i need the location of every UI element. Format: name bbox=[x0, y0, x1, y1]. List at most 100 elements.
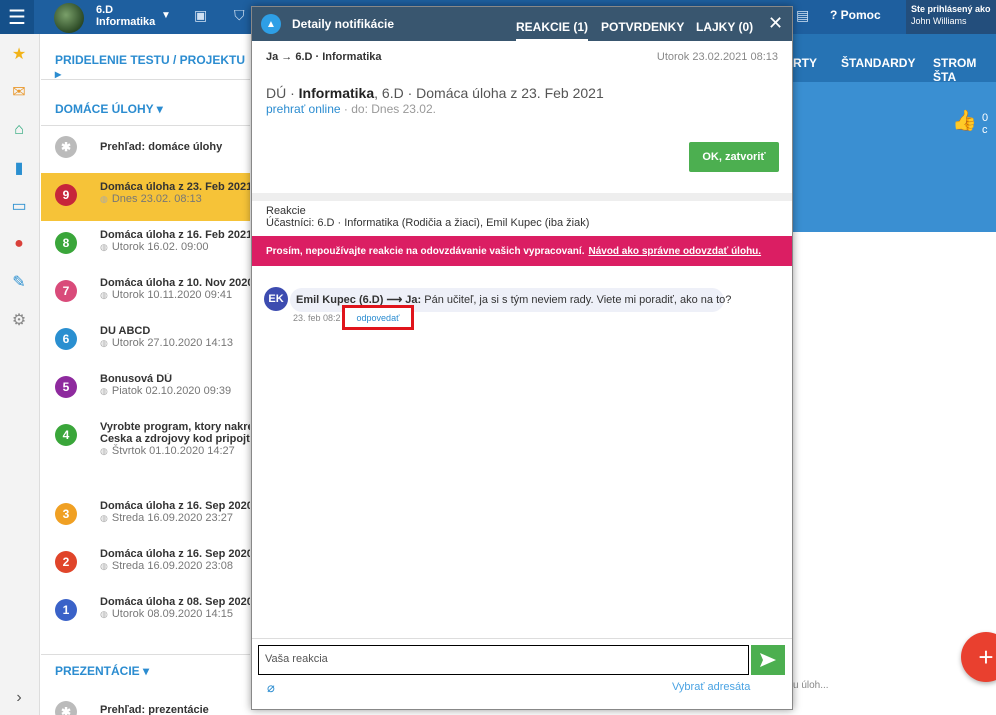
projects-header[interactable]: PRIDELENIE TESTU / PROJEKTU ▸ bbox=[55, 53, 250, 81]
route-text: Ja → 6.D · Informatika bbox=[266, 51, 382, 63]
task-date: ◍ Streda 16.09.2020 23:27 bbox=[100, 512, 233, 524]
background-tabs: RTY ŠTANDARDY STROM ŠTA bbox=[793, 34, 996, 84]
task-date: ◍ Utorok 16.02. 09:00 bbox=[100, 241, 208, 253]
task-date-text: Utorok 08.09.2020 14:15 bbox=[111, 608, 233, 620]
play-online-link[interactable]: prehrať online bbox=[266, 102, 341, 116]
logged-user-box[interactable]: Ste prihlásený ako John Williams bbox=[906, 0, 996, 34]
book-icon[interactable]: ▮ bbox=[9, 158, 29, 178]
section-divider bbox=[252, 193, 792, 201]
task-date: ◍ Utorok 10.11.2020 09:41 bbox=[100, 289, 232, 301]
presentations-header[interactable]: PREZENTÁCIE ▾ bbox=[55, 664, 149, 678]
participants-text: Účastníci: 6.D · Informatika (Rodičia a … bbox=[266, 217, 590, 229]
background-snippet: u úloh... bbox=[793, 680, 829, 691]
desc-subject: Informatika bbox=[298, 85, 375, 101]
class-code: 6.D bbox=[96, 4, 114, 16]
task-date-text: Utorok 27.10.2020 14:13 bbox=[111, 337, 233, 349]
tab-standards[interactable]: ŠTANDARDY bbox=[841, 56, 915, 70]
bag-icon: ▲ bbox=[261, 14, 281, 34]
home-icon[interactable]: ⌂ bbox=[9, 120, 29, 140]
chevron-down-icon[interactable]: ▼ bbox=[161, 10, 171, 21]
modal-header: ▲ Detaily notifikácie REAKCIE (1) POTVRD… bbox=[252, 7, 792, 42]
calendar-icon[interactable]: ▤ bbox=[796, 7, 809, 24]
homework-header-label: DOMÁCE ÚLOHY bbox=[55, 102, 154, 116]
background-banner bbox=[793, 82, 996, 232]
task-number-badge: 7 bbox=[55, 280, 77, 302]
close-icon[interactable]: ✕ bbox=[768, 13, 783, 34]
lock-icon: ◍ bbox=[100, 194, 108, 204]
homework-item[interactable]: 5 Bonusová DÚ ◍ Piatok 02.10.2020 09:39 bbox=[41, 365, 250, 413]
homework-item[interactable]: 4 Vyrobte program, ktory nakresli Ceska a … bbox=[41, 413, 250, 492]
tab-tree[interactable]: STROM ŠTA bbox=[933, 56, 996, 84]
lock-icon: ◍ bbox=[100, 609, 108, 619]
mail-icon[interactable]: ✉ bbox=[9, 82, 29, 102]
shield-icon[interactable]: ⛉ bbox=[234, 7, 245, 24]
ok-close-button[interactable]: OK, zatvoriť bbox=[689, 142, 779, 172]
due-date: · do: Dnes 23.02. bbox=[340, 102, 436, 116]
warning-link[interactable]: Návod ako správne odovzdať úlohu. bbox=[588, 246, 761, 257]
task-date-text: Streda 16.09.2020 23:08 bbox=[111, 560, 233, 572]
notification-sub: prehrať online · do: Dnes 23.02. bbox=[266, 102, 436, 116]
projects-header-label: PRIDELENIE TESTU / PROJEKTU bbox=[55, 53, 246, 67]
homework-item[interactable]: 6 DU ABCD ◍ Utorok 27.10.2020 14:13 bbox=[41, 317, 250, 365]
send-button[interactable] bbox=[751, 645, 785, 675]
lock-icon: ◍ bbox=[100, 290, 108, 300]
comment-text: Pán učiteľ, ja si s tým neviem rady. Vie… bbox=[421, 294, 732, 306]
lock-icon: ◍ bbox=[100, 242, 108, 252]
chevron-right-icon[interactable]: › bbox=[9, 688, 29, 708]
homework-item[interactable]: 9 Domáca úloha z 23. Feb 2021 ◍ Dnes 23.02.… bbox=[41, 173, 250, 221]
desc-prefix: DÚ · bbox=[266, 85, 299, 101]
thumbs-up-icon[interactable]: 👍 bbox=[952, 108, 977, 133]
task-date: ◍ Dnes 23.02. 08:13 bbox=[100, 193, 202, 205]
choose-recipient-link[interactable]: Vybrať adresáta bbox=[672, 681, 750, 693]
chevron-down-icon: ▾ bbox=[156, 102, 163, 116]
help-label: Pomoc bbox=[840, 8, 881, 22]
presentations-overview[interactable]: ✱ Prehľad: prezentácie bbox=[41, 690, 250, 715]
paperclip-icon[interactable]: ⌀ bbox=[267, 680, 275, 696]
warning-text: Prosím, nepoužívajte reakcie na odovzdáv… bbox=[266, 245, 585, 257]
homework-item[interactable]: 2 Domáca úloha z 16. Sep 2020 ◍ Streda 16.0… bbox=[41, 540, 250, 588]
tab-confirmations[interactable]: POTVRDENKY bbox=[601, 20, 684, 34]
reply-button[interactable]: odpovedať bbox=[342, 305, 414, 330]
open-book-icon[interactable]: ▭ bbox=[9, 196, 29, 216]
lock-icon: ◍ bbox=[100, 561, 108, 571]
reaction-input[interactable]: Vaša reakcia bbox=[258, 645, 749, 675]
avatar: EK bbox=[264, 287, 288, 311]
task-date: ◍ Utorok 08.09.2020 14:15 bbox=[100, 608, 233, 620]
chat-icon[interactable]: ● bbox=[9, 234, 29, 254]
star-icon[interactable]: ★ bbox=[9, 44, 29, 64]
tab-reactions[interactable]: REAKCIE (1) bbox=[516, 20, 589, 42]
homework-overview[interactable]: ✱ Prehľad: domáce úlohy bbox=[41, 125, 250, 173]
task-number-badge: 3 bbox=[55, 503, 77, 525]
desc-title: · Domáca úloha z 23. Feb 2021 bbox=[403, 85, 604, 101]
lock-icon: ◍ bbox=[100, 338, 108, 348]
class-selector[interactable]: 6.D Informatika bbox=[96, 4, 155, 28]
help-button[interactable]: ? Pomoc bbox=[830, 8, 881, 22]
class-avatar[interactable] bbox=[54, 3, 84, 33]
tab-likes[interactable]: LAJKY (0) bbox=[696, 20, 753, 34]
task-date-text: Piatok 02.10.2020 09:39 bbox=[111, 385, 232, 397]
homework-item[interactable]: 8 Domáca úloha z 16. Feb 2021 ◍ Utorok 16.0… bbox=[41, 221, 250, 269]
task-title: Domáca úloha z 16. Feb 2021 bbox=[100, 229, 250, 241]
notification-route: Ja → 6.D · Informatika bbox=[266, 51, 382, 63]
class-subject: Informatika bbox=[96, 16, 156, 28]
likes-count: 0 c bbox=[982, 112, 989, 136]
task-number-badge: 2 bbox=[55, 551, 77, 573]
briefcase-icon[interactable]: ▣ bbox=[194, 7, 207, 24]
task-title: Vyrobte program, ktory nakresli bbox=[100, 421, 250, 433]
task-number-badge: 6 bbox=[55, 328, 77, 350]
overview-label: Prehľad: domáce úlohy bbox=[100, 141, 223, 153]
sidebar: PRIDELENIE TESTU / PROJEKTU ▸ DOMÁCE ÚLO… bbox=[41, 34, 250, 715]
homework-header[interactable]: DOMÁCE ÚLOHY ▾ bbox=[55, 102, 163, 116]
task-date-text: Utorok 10.11.2020 09:41 bbox=[111, 289, 233, 301]
pen-icon[interactable]: ✎ bbox=[9, 272, 29, 292]
task-number-badge: 1 bbox=[55, 599, 77, 621]
task-number-badge: 8 bbox=[55, 232, 77, 254]
homework-item[interactable]: 3 Domáca úloha z 16. Sep 2020 ◍ Streda 16.0… bbox=[41, 492, 250, 540]
homework-item[interactable]: 7 Domáca úloha z 10. Nov 2020 ◍ Utorok 10.1… bbox=[41, 269, 250, 317]
task-date-text: Streda 16.09.2020 23:27 bbox=[111, 512, 233, 524]
gear-icon[interactable]: ⚙ bbox=[9, 310, 29, 330]
menu-icon[interactable]: ☰ bbox=[0, 0, 34, 34]
homework-item[interactable]: 1 Domáca úloha z 08. Sep 2020 ◍ Utorok 08.0… bbox=[41, 588, 250, 636]
tab-rty[interactable]: RTY bbox=[793, 56, 817, 70]
add-button[interactable]: + bbox=[961, 632, 996, 682]
